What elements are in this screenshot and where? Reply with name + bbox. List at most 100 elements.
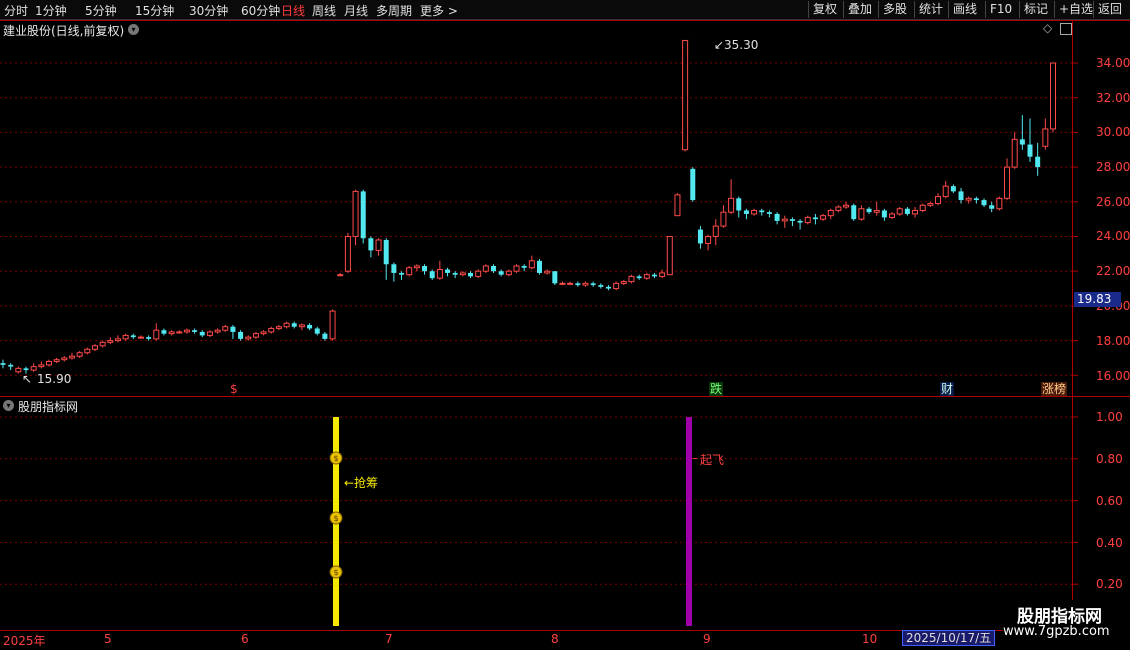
take-off-label: 起飞 — [700, 453, 725, 467]
indicator-tick: 1.00 — [1096, 410, 1123, 424]
candle-body — [575, 283, 581, 286]
candle-body — [146, 337, 152, 339]
candle-body — [168, 331, 175, 335]
candle-body — [445, 269, 451, 273]
candle-body — [422, 265, 428, 272]
candle-body — [743, 210, 749, 214]
candle-body — [636, 276, 642, 279]
candle-body — [84, 348, 91, 354]
grab-chips-label: ←抢筹 — [344, 476, 379, 490]
candle-body — [375, 239, 382, 251]
low-marker: ↖ — [22, 372, 33, 386]
indicator-series: $ $ $ — [329, 417, 692, 626]
candle-body — [552, 271, 558, 284]
candle-body — [697, 229, 703, 244]
candle-body — [30, 366, 37, 371]
candle-body — [843, 204, 850, 208]
candle-body — [620, 281, 627, 284]
indicator-tick: 0.60 — [1096, 494, 1123, 508]
high-price-label: 35.30 — [724, 38, 759, 52]
candle-body — [298, 324, 305, 328]
candle-body — [199, 331, 205, 336]
chevron-down-icon[interactable]: ▾ — [3, 400, 14, 411]
candle-body — [904, 208, 910, 214]
candle-body — [245, 336, 252, 340]
price-tick: 16.00 — [1096, 369, 1130, 383]
price-tick: 24.00 — [1096, 229, 1130, 243]
candle-body — [705, 236, 712, 244]
candle-body — [491, 265, 497, 272]
candle-body — [23, 368, 29, 371]
high-marker: ↙ — [714, 38, 725, 52]
candle-body — [1027, 144, 1033, 157]
candle-body — [797, 220, 803, 223]
candle-body — [996, 197, 1003, 210]
candle-body — [337, 274, 344, 277]
candle-body — [283, 322, 290, 328]
candle-body — [528, 260, 535, 269]
event-badge-finance[interactable]: 财 — [940, 382, 955, 396]
candle-body — [314, 328, 320, 334]
candle-body — [651, 274, 657, 277]
event-badge-s[interactable]: $ — [229, 382, 239, 396]
candle-body — [851, 205, 857, 220]
candle-body — [76, 352, 83, 357]
money-bag-glyph: $ — [333, 514, 338, 523]
chart-canvas: $ $ $ — [0, 20, 1130, 630]
candle-body — [1011, 138, 1018, 168]
candle-body — [881, 210, 887, 218]
low-price-label: 15.90 — [37, 372, 72, 386]
candle-body — [429, 271, 435, 279]
candle-body — [307, 324, 313, 329]
candle-body — [781, 218, 788, 222]
candle-body — [214, 329, 221, 333]
candle-body — [659, 272, 666, 277]
candle-body — [206, 331, 213, 336]
candle-body — [436, 268, 443, 279]
grid-lines — [0, 20, 1130, 630]
price-tick: 34.00 — [1096, 56, 1130, 70]
price-tick: 18.00 — [1096, 334, 1130, 348]
event-badge-fall[interactable]: 跌 — [709, 382, 724, 396]
candle-body — [728, 197, 735, 213]
candle-body — [192, 330, 198, 332]
candle-body — [383, 239, 389, 265]
candle-body — [835, 206, 842, 211]
candle-body — [505, 270, 512, 276]
candle-body — [230, 326, 236, 332]
candle-body — [15, 367, 22, 373]
candle-body — [68, 355, 75, 359]
candle-body — [682, 39, 689, 151]
date-tick-october: 10 — [862, 632, 878, 646]
candle-body — [114, 338, 121, 342]
candle-body — [1019, 139, 1025, 145]
take-off-marker: – — [692, 451, 698, 465]
candle-body — [958, 191, 964, 201]
candle-body — [590, 283, 596, 286]
candle-body — [291, 323, 297, 327]
indicator-tick: 0.40 — [1096, 536, 1123, 550]
candle-body — [774, 213, 780, 221]
current-price-tag: 19.83 — [1074, 292, 1121, 307]
event-badge-surge-list[interactable]: 涨榜 — [1041, 382, 1068, 396]
candle-body — [950, 186, 956, 192]
candle-body — [965, 197, 972, 201]
candle-body — [613, 282, 620, 290]
candle-body — [391, 264, 397, 273]
candle-body — [582, 282, 589, 286]
candle-body — [475, 270, 482, 277]
candle-body — [873, 209, 880, 213]
candle-body — [99, 341, 106, 347]
candle-body — [1042, 128, 1049, 147]
price-tick: 30.00 — [1096, 125, 1130, 139]
candle-body — [222, 326, 229, 331]
candle-body — [889, 213, 896, 218]
candle-body — [329, 310, 336, 340]
candle-body — [122, 334, 129, 340]
candle-body — [61, 357, 68, 361]
candle-body — [643, 274, 650, 279]
candle-body — [252, 333, 259, 338]
candle-body — [161, 330, 167, 334]
candle-body — [559, 282, 566, 285]
candle-body — [153, 329, 160, 340]
